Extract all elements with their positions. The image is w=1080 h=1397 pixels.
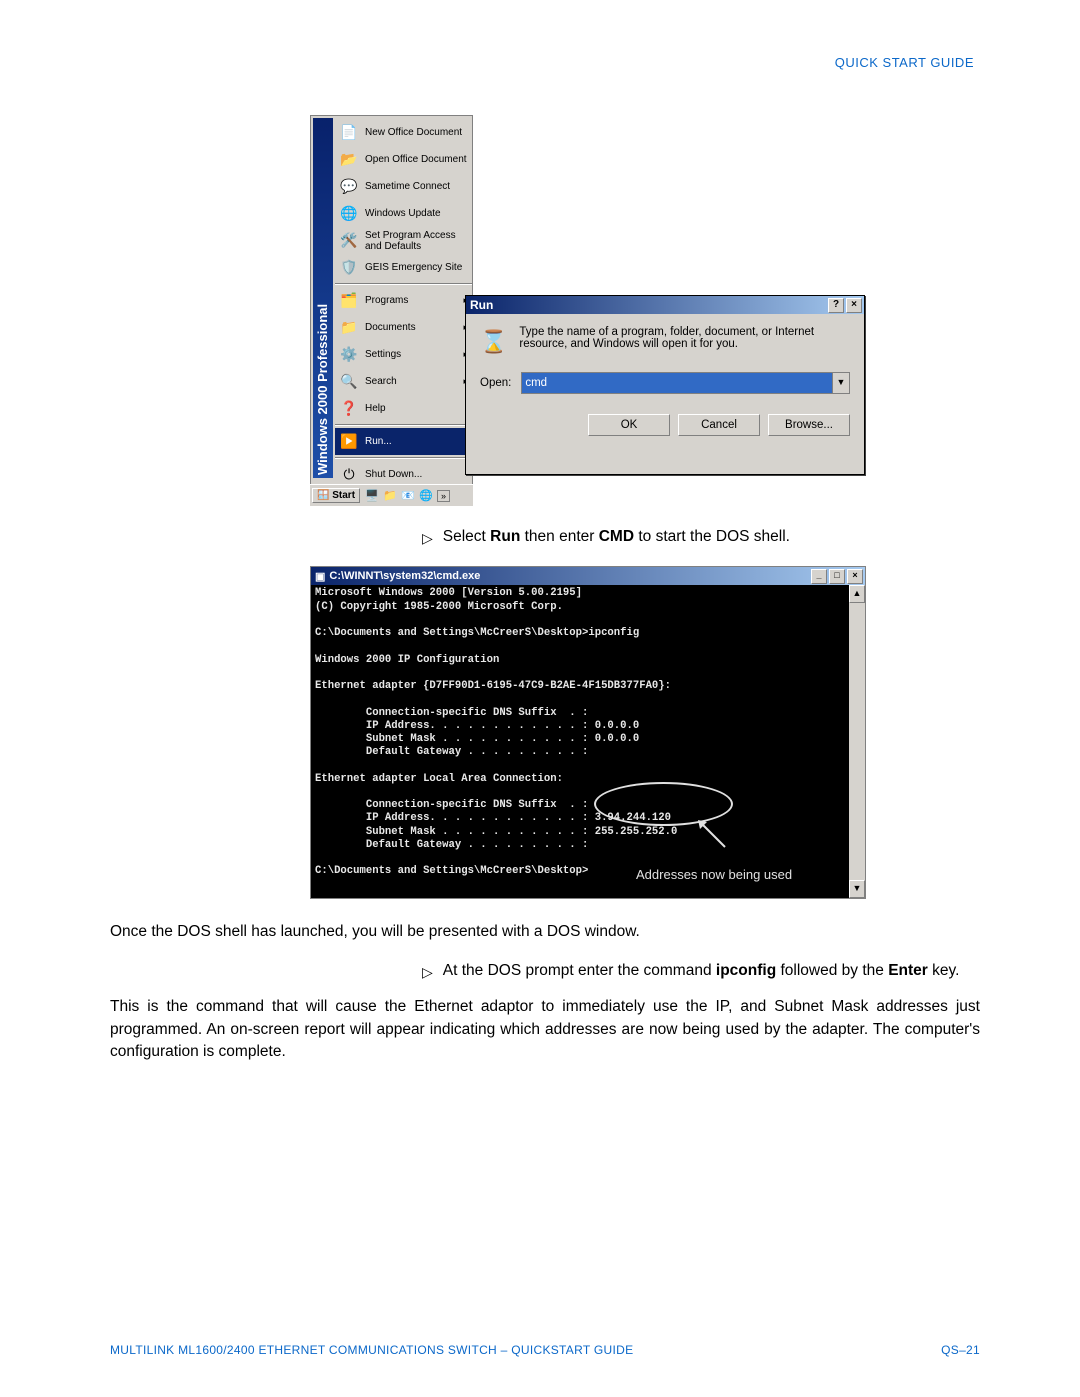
para-config-complete: This is the command that will cause the … xyxy=(110,996,980,1063)
start-menu-item[interactable]: 📄 New Office Document xyxy=(335,119,472,146)
start-menu-item[interactable]: 🔍Search▸ xyxy=(335,368,472,395)
ok-button[interactable]: OK xyxy=(588,414,670,436)
access-icon: 🛠️ xyxy=(339,231,359,251)
start-menu-item-label: Set Program Access and Defaults xyxy=(365,230,472,252)
run-icon: ▶️ xyxy=(339,432,359,452)
close-button[interactable]: × xyxy=(847,569,863,584)
triangle-icon: ▷ xyxy=(422,528,433,550)
open-doc-icon: 📂 xyxy=(339,150,359,170)
taskbar-icon-ie[interactable]: 🌐 xyxy=(418,488,434,504)
dropdown-icon[interactable]: ▼ xyxy=(832,373,849,393)
programs-icon: 🗂️ xyxy=(339,291,359,311)
start-menu-item-label: Run... xyxy=(365,436,472,447)
update-icon: 🌐 xyxy=(339,204,359,224)
geis-icon: 🛡️ xyxy=(339,258,359,278)
start-menu-item-label: Programs xyxy=(365,295,463,306)
document-page: QUICK START GUIDE Windows 2000 Professio… xyxy=(0,0,1080,1397)
instruction-ipconfig: ▷ At the DOS prompt enter the command ip… xyxy=(422,960,980,982)
settings-icon: ⚙️ xyxy=(339,345,359,365)
taskbar-icon-desktop[interactable]: 🖥️ xyxy=(364,488,380,504)
cmd-icon: ▣ xyxy=(315,570,325,583)
cmd-titlebar: ▣ C:\WINNT\system32\cmd.exe _ □ × xyxy=(311,567,865,585)
cmd-output: Microsoft Windows 2000 [Version 5.00.219… xyxy=(311,585,849,898)
run-title: Run xyxy=(470,298,493,312)
open-label: Open: xyxy=(480,377,511,389)
taskbar-more[interactable]: » xyxy=(437,490,450,502)
menu-separator xyxy=(335,283,472,285)
sametime-icon: 💬 xyxy=(339,177,359,197)
help-icon: ❓ xyxy=(339,399,359,419)
new-doc-icon: 📄 xyxy=(339,123,359,143)
start-menu-item[interactable]: ⚙️Settings▸ xyxy=(335,341,472,368)
maximize-button[interactable]: □ xyxy=(829,569,845,584)
run-titlebar: Run ? × xyxy=(466,296,864,314)
taskbar-icon-explorer[interactable]: 📁 xyxy=(382,488,398,504)
start-menu-item-label: Search xyxy=(365,376,463,387)
page-header-right: QUICK START GUIDE xyxy=(110,55,974,70)
menu-separator xyxy=(335,424,472,426)
start-menu: Windows 2000 Professional 📄 New Office Do… xyxy=(310,115,473,506)
start-menu-item[interactable]: 🛡️ GEIS Emergency Site xyxy=(335,254,472,281)
page-footer: MULTILINK ML1600/2400 ETHERNET COMMUNICA… xyxy=(110,1343,980,1357)
start-menu-item[interactable]: 📁Documents▸ xyxy=(335,314,472,341)
start-menu-item-label: Settings xyxy=(365,349,463,360)
run-dialog: Run ? × ⌛ Type the name of a program, fo… xyxy=(465,295,865,475)
start-menu-item-label: Documents xyxy=(365,322,463,333)
start-menu-item[interactable]: 🛠️ Set Program Access and Defaults xyxy=(335,227,472,254)
cmd-title-text: C:\WINNT\system32\cmd.exe xyxy=(329,570,480,582)
start-menu-item[interactable]: ▶️ Run... xyxy=(335,428,472,455)
start-menu-item-label: Help xyxy=(365,403,472,414)
start-menu-item-label: New Office Document xyxy=(365,127,472,138)
cancel-button[interactable]: Cancel xyxy=(678,414,760,436)
search-icon: 🔍 xyxy=(339,372,359,392)
open-combobox[interactable]: ▼ xyxy=(521,372,850,394)
footer-left: MULTILINK ML1600/2400 ETHERNET COMMUNICA… xyxy=(110,1343,633,1357)
minimize-button[interactable]: _ xyxy=(811,569,827,584)
shutdown-icon: ⏻ xyxy=(339,465,359,485)
start-menu-item-label: GEIS Emergency Site xyxy=(365,262,472,273)
start-menu-item[interactable]: ❓ Help xyxy=(335,395,472,422)
para-dos-presented: Once the DOS shell has launched, you wil… xyxy=(110,921,980,943)
start-menu-item-label: Open Office Document xyxy=(365,154,472,165)
annotation-label: Addresses now being used xyxy=(636,867,792,882)
taskbar: 🪟 Start 🖥️ 📁 📧 🌐 » xyxy=(310,484,473,506)
footer-right: QS–21 xyxy=(941,1343,980,1357)
taskbar-icon-outlook[interactable]: 📧 xyxy=(400,488,416,504)
windows-icon: 🪟 xyxy=(317,490,329,501)
cmd-window: ▣ C:\WINNT\system32\cmd.exe _ □ × Micros… xyxy=(310,566,866,899)
scroll-up-icon[interactable]: ▲ xyxy=(849,585,865,603)
documents-icon: 📁 xyxy=(339,318,359,338)
close-button[interactable]: × xyxy=(846,298,862,313)
run-dialog-icon: ⌛ xyxy=(480,326,507,358)
help-button[interactable]: ? xyxy=(828,298,844,313)
scrollbar[interactable]: ▲ ▼ xyxy=(849,585,865,898)
run-description: Type the name of a program, folder, docu… xyxy=(519,326,850,350)
figure-start-run: Windows 2000 Professional 📄 New Office Do… xyxy=(310,115,872,506)
start-menu-item[interactable]: 💬 Sametime Connect xyxy=(335,173,472,200)
menu-separator xyxy=(335,457,472,459)
instruction-run-cmd: ▷ Select Run then enter CMD to start the… xyxy=(422,526,980,548)
start-menu-item-label: Windows Update xyxy=(365,208,472,219)
start-menu-item-label: Sametime Connect xyxy=(365,181,472,192)
start-menu-item[interactable]: 🌐 Windows Update xyxy=(335,200,472,227)
browse-button[interactable]: Browse... xyxy=(768,414,850,436)
triangle-icon: ▷ xyxy=(422,962,433,984)
start-menu-banner: Windows 2000 Professional xyxy=(313,118,333,478)
scroll-down-icon[interactable]: ▼ xyxy=(849,880,865,898)
start-menu-item[interactable]: 📂 Open Office Document xyxy=(335,146,472,173)
start-menu-item[interactable]: 🗂️Programs▸ xyxy=(335,287,472,314)
figure-cmd-window: ▣ C:\WINNT\system32\cmd.exe _ □ × Micros… xyxy=(310,566,872,899)
open-input[interactable] xyxy=(522,373,832,393)
start-button[interactable]: 🪟 Start xyxy=(312,488,360,503)
start-menu-item-label: Shut Down... xyxy=(365,469,472,480)
